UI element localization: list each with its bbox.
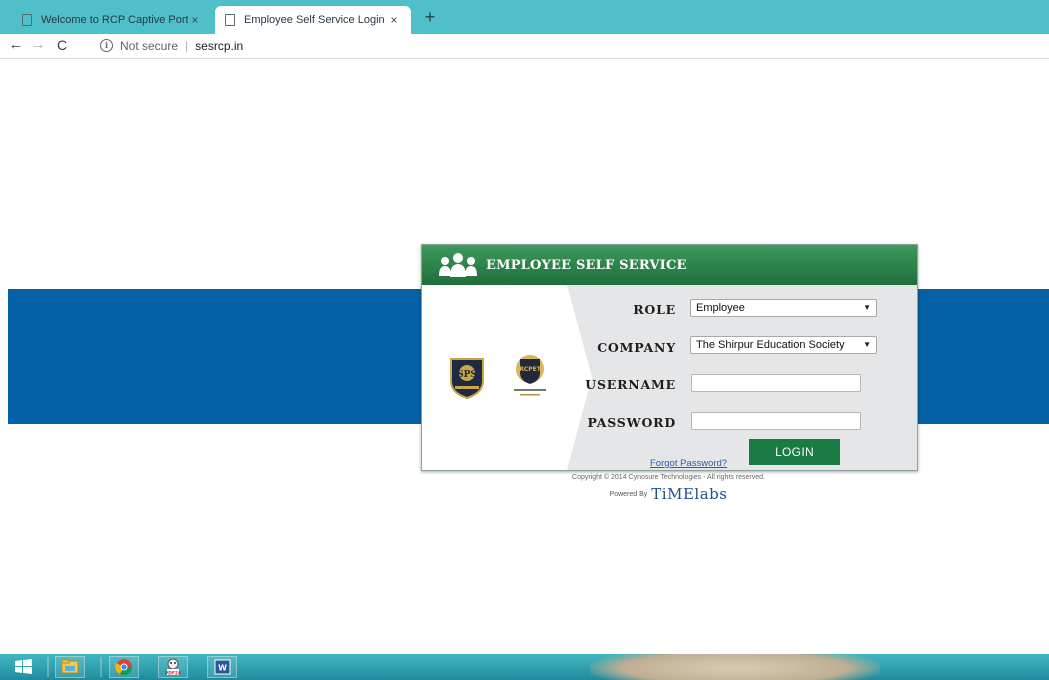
- role-label: ROLE: [633, 302, 676, 317]
- browser-toolbar: ← → C i Not secure | sesrcp.in: [0, 34, 1049, 59]
- powered-by: Powered By TiMElabs: [421, 485, 916, 503]
- close-icon[interactable]: ×: [188, 13, 202, 27]
- windows-start-icon[interactable]: [9, 656, 39, 678]
- browser-tab-bar: Welcome to RCP Captive Portal × Employee…: [0, 0, 1049, 34]
- users-icon: [439, 253, 477, 277]
- back-icon[interactable]: ←: [6, 35, 26, 55]
- login-form: SPS RCPET ROLE Employee ▼ COMPANY The Sh…: [422, 285, 917, 470]
- new-tab-button[interactable]: +: [420, 7, 440, 27]
- address-separator: |: [185, 38, 189, 53]
- chrome-icon[interactable]: [109, 656, 139, 678]
- login-title: EMPLOYEE SELF SERVICE: [486, 257, 687, 273]
- taskbar-separator: [100, 657, 102, 677]
- company-label: COMPANY: [597, 340, 676, 355]
- password-input[interactable]: [691, 412, 861, 430]
- pdf24-icon[interactable]: PDF24: [158, 656, 188, 678]
- svg-text:RCPET: RCPET: [519, 366, 542, 373]
- taskbar-separator: [47, 657, 49, 677]
- wallpaper-fragment: [590, 654, 880, 680]
- url-text[interactable]: sesrcp.in: [195, 39, 243, 53]
- page-icon: [225, 14, 235, 26]
- dropdown-arrow-icon: ▼: [863, 340, 871, 349]
- rcpet-logo-icon: RCPET: [514, 355, 546, 396]
- login-panel: EMPLOYEE SELF SERVICE SPS RCPET ROLE Emp…: [421, 244, 918, 471]
- role-selected-value: Employee: [696, 302, 745, 314]
- file-explorer-icon[interactable]: [55, 656, 85, 678]
- powered-by-label: Powered By: [609, 490, 648, 498]
- info-icon[interactable]: i: [100, 39, 113, 52]
- tab-employee-self-service-login[interactable]: Employee Self Service Login ×: [215, 6, 411, 34]
- role-select[interactable]: Employee ▼: [690, 299, 877, 317]
- username-label: USERNAME: [585, 377, 676, 392]
- username-input[interactable]: [691, 374, 861, 392]
- word-icon[interactable]: W: [207, 656, 237, 678]
- page-icon: [22, 14, 32, 26]
- tab-label: Employee Self Service Login: [244, 14, 385, 26]
- timelabs-logo: TiMElabs: [651, 485, 728, 503]
- login-button[interactable]: LOGIN: [749, 439, 840, 465]
- company-selected-value: The Shirpur Education Society: [696, 339, 845, 351]
- forward-icon[interactable]: →: [28, 35, 48, 55]
- password-label: PASSWORD: [587, 415, 676, 430]
- dropdown-arrow-icon: ▼: [863, 303, 871, 312]
- sps-logo-icon: SPS: [450, 358, 484, 399]
- forgot-password-link[interactable]: Forgot Password?: [650, 458, 727, 469]
- svg-text:W: W: [218, 664, 227, 673]
- tab-label: Welcome to RCP Captive Portal: [41, 14, 188, 26]
- reload-icon[interactable]: C: [52, 35, 72, 55]
- close-icon[interactable]: ×: [387, 13, 401, 27]
- security-status: Not secure: [120, 38, 179, 53]
- tab-rcp-captive-portal[interactable]: Welcome to RCP Captive Portal ×: [12, 6, 212, 34]
- address-bar[interactable]: i Not secure | sesrcp.in: [100, 36, 243, 55]
- company-select[interactable]: The Shirpur Education Society ▼: [690, 336, 877, 354]
- copyright-text: Copyright © 2014 Cynosure Technologies -…: [572, 474, 765, 481]
- taskbar: PDF24 W: [0, 654, 1049, 680]
- svg-text:SPS: SPS: [457, 370, 477, 380]
- pdf24-label: PDF24: [165, 671, 181, 677]
- login-header: EMPLOYEE SELF SERVICE: [422, 245, 917, 285]
